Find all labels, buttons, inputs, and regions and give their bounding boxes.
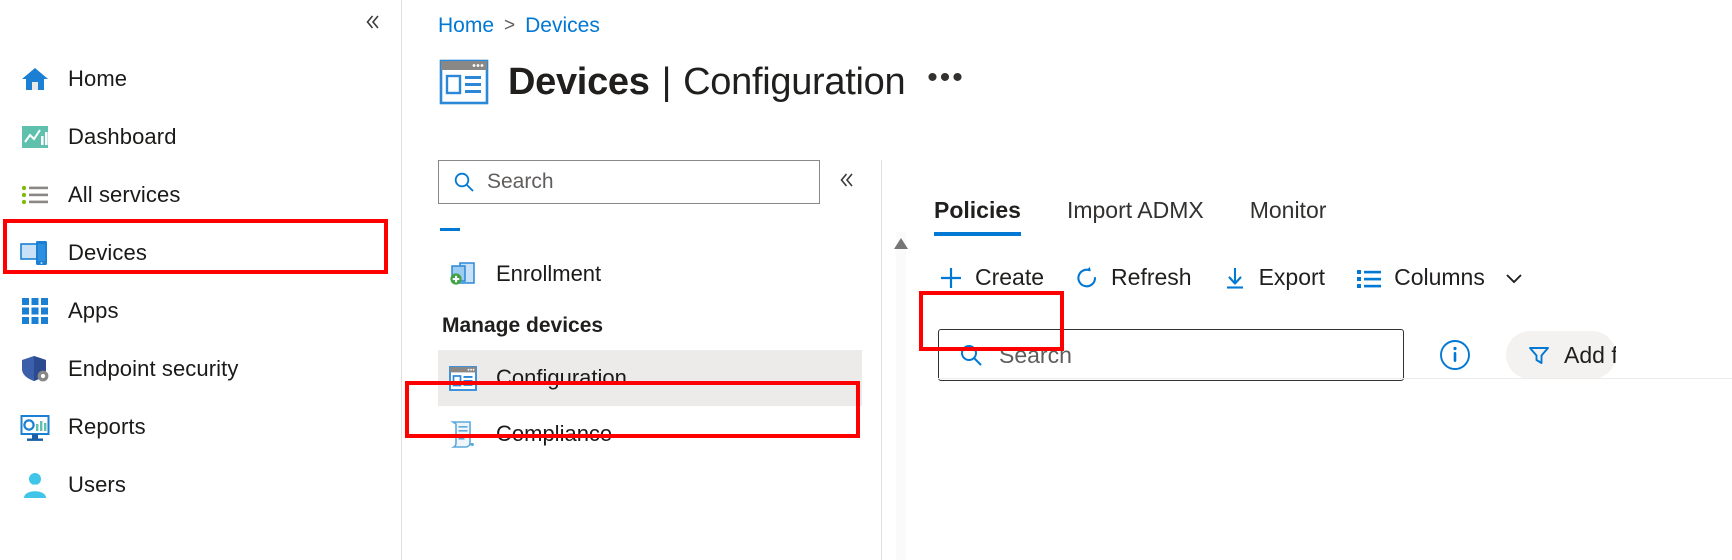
left-sidebar: Home Dashboard — [0, 0, 402, 560]
sidebar-item-label: Reports — [68, 414, 146, 440]
content-pane: Policies Import ADMX Monitor Create — [932, 180, 1732, 560]
breadcrumb: Home > Devices — [438, 14, 600, 38]
secondary-nav-list: Enrollment Manage devices — [438, 246, 862, 462]
shield-gear-icon — [18, 352, 52, 386]
refresh-icon — [1074, 265, 1100, 291]
content-search-box[interactable] — [938, 329, 1404, 381]
mid-item-compliance[interactable]: Compliance — [438, 406, 862, 462]
breadcrumb-item-devices[interactable]: Devices — [525, 14, 600, 38]
export-button[interactable]: Export — [1222, 264, 1325, 291]
info-circle-icon[interactable] — [1438, 338, 1472, 372]
page-title-row: Devices | Configuration ••• — [438, 56, 969, 108]
configuration-window-icon — [448, 363, 478, 393]
configuration-window-icon — [438, 56, 490, 108]
main-area: Home > Devices Devices|Configuratio — [402, 0, 1732, 560]
sidebar-item-endpoint-security[interactable]: Endpoint security — [0, 340, 402, 398]
secondary-pane-scrollbar[interactable] — [890, 232, 912, 560]
secondary-nav-pane: Enrollment Manage devices — [438, 160, 882, 560]
add-filter-button[interactable]: Add filter — [1506, 331, 1616, 379]
sidebar-item-label: Home — [68, 66, 127, 92]
breadcrumb-separator: > — [504, 15, 515, 37]
apps-grid-icon — [18, 294, 52, 328]
secondary-search-accent-bar — [440, 228, 460, 231]
sidebar-item-devices[interactable]: Devices — [0, 224, 402, 282]
scrollbar-track[interactable] — [896, 232, 906, 560]
refresh-button-label: Refresh — [1111, 264, 1192, 291]
sidebar-item-reports[interactable]: Reports — [0, 398, 402, 456]
sidebar-item-all-services[interactable]: All services — [0, 166, 402, 224]
refresh-button[interactable]: Refresh — [1074, 264, 1192, 291]
app-screen: Home Dashboard — [0, 0, 1732, 560]
reports-monitor-icon — [18, 410, 52, 444]
tab-policies[interactable]: Policies — [934, 197, 1021, 236]
sidebar-item-label: Apps — [68, 298, 119, 324]
enrollment-icon — [448, 259, 478, 289]
sidebar-item-label: Devices — [68, 240, 147, 266]
more-actions-icon[interactable]: ••• — [923, 65, 969, 99]
plus-icon — [938, 265, 964, 291]
sidebar-item-label: Dashboard — [68, 124, 177, 150]
mid-item-configuration[interactable]: Configuration — [438, 350, 862, 406]
export-button-label: Export — [1259, 264, 1325, 291]
mid-group-title: Manage devices — [438, 302, 862, 350]
home-icon — [18, 62, 52, 96]
devices-icon — [18, 236, 52, 270]
page-title-secondary: Configuration — [683, 61, 905, 103]
compliance-scroll-icon — [448, 419, 478, 449]
secondary-search-input[interactable] — [487, 170, 819, 194]
filter-funnel-icon — [1526, 342, 1552, 368]
sidebar-item-label: Endpoint security — [68, 356, 238, 382]
dashboard-icon — [18, 120, 52, 154]
chevron-down-icon[interactable] — [1501, 265, 1527, 291]
add-filter-clip: Add filter — [1506, 331, 1616, 379]
secondary-search-box[interactable] — [438, 160, 820, 204]
download-arrow-icon — [1222, 265, 1248, 291]
all-services-icon — [18, 178, 52, 212]
secondary-search-row — [438, 160, 881, 204]
user-icon — [18, 468, 52, 502]
mid-item-label: Configuration — [496, 365, 627, 391]
mid-item-label: Enrollment — [496, 261, 601, 287]
content-search-input[interactable] — [999, 342, 1403, 369]
tab-import-admx[interactable]: Import ADMX — [1067, 197, 1204, 236]
search-icon — [453, 171, 475, 193]
sidebar-item-home[interactable]: Home — [0, 50, 402, 108]
add-filter-label: Add filter — [1564, 342, 1616, 369]
search-icon — [959, 343, 983, 367]
sidebar-nav-list: Home Dashboard — [0, 50, 402, 514]
sidebar-item-users[interactable]: Users — [0, 456, 402, 514]
filter-row: Add filter — [932, 329, 1732, 381]
sidebar-collapse-icon[interactable] — [357, 8, 387, 36]
sidebar-item-label: All services — [68, 182, 180, 208]
breadcrumb-item-home[interactable]: Home — [438, 14, 494, 38]
triangle-up-icon[interactable] — [894, 238, 908, 249]
columns-list-icon — [1355, 265, 1383, 291]
sidebar-item-dashboard[interactable]: Dashboard — [0, 108, 402, 166]
page-title: Devices | Configuration — [508, 61, 905, 104]
command-toolbar: Create Refresh — [932, 264, 1732, 291]
sidebar-item-label: Users — [68, 472, 126, 498]
columns-button[interactable]: Columns — [1355, 264, 1485, 291]
columns-button-label: Columns — [1394, 264, 1485, 291]
create-button[interactable]: Create — [938, 264, 1044, 291]
page-title-primary: Devices — [508, 61, 650, 103]
tab-monitor[interactable]: Monitor — [1250, 197, 1327, 236]
sidebar-item-apps[interactable]: Apps — [0, 282, 402, 340]
create-button-label: Create — [975, 264, 1044, 291]
secondary-pane-collapse-icon[interactable] — [836, 170, 856, 194]
mid-item-label: Compliance — [496, 421, 612, 447]
page-title-divider: | — [662, 61, 672, 103]
content-tabs: Policies Import ADMX Monitor — [932, 180, 1732, 236]
mid-item-enrollment[interactable]: Enrollment — [438, 246, 862, 302]
toolbar-divider — [938, 378, 1732, 379]
